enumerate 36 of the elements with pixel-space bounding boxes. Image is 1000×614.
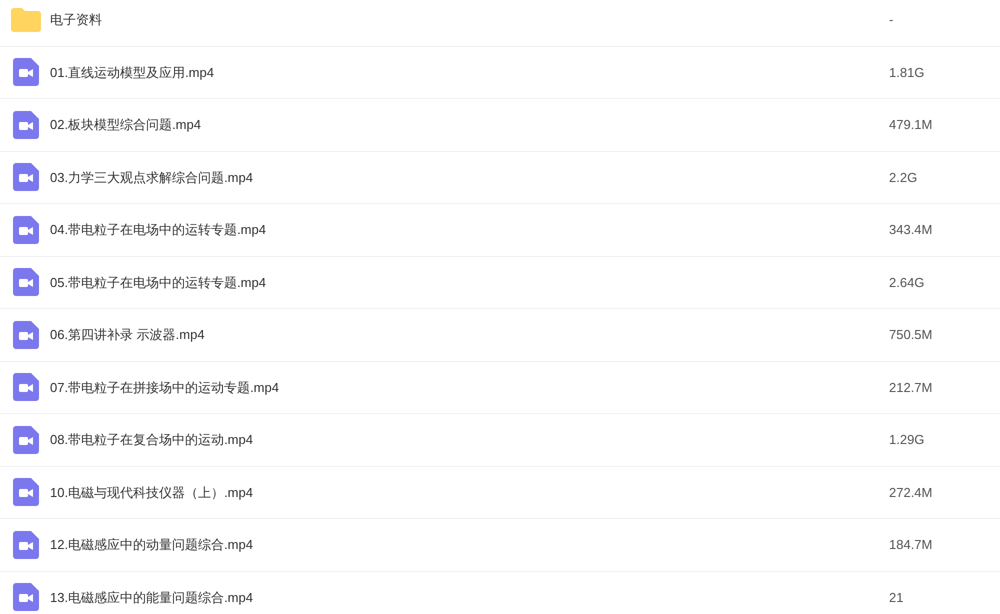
file-size: 1.29G	[889, 431, 924, 449]
video-file-icon	[13, 268, 39, 296]
file-size: -	[889, 11, 894, 29]
video-file-icon	[13, 583, 39, 612]
video-file-icon	[13, 58, 39, 86]
video-file-icon	[13, 320, 39, 349]
file-name[interactable]: 06.第四讲补录 示波器.mp4	[50, 325, 889, 344]
file-size: 1.81G	[889, 64, 924, 82]
file-name[interactable]: 12.电磁感应中的动量问题综合.mp4	[50, 535, 889, 554]
file-name[interactable]: 07.带电粒子在拼接场中的运动专题.mp4	[50, 378, 889, 397]
video-file-icon	[13, 478, 39, 506]
file-size: 21	[889, 588, 904, 606]
video-file-icon	[13, 216, 39, 244]
file-size: 184.7M	[889, 536, 932, 554]
file-size: 750.5M	[889, 326, 932, 344]
file-name[interactable]: 01.直线运动模型及应用.mp4	[50, 62, 889, 82]
video-file-icon	[13, 373, 39, 402]
file-size: 212.7M	[889, 378, 932, 396]
file-name[interactable]: 10.电磁与现代科技仪器（上）.mp4	[50, 482, 889, 502]
file-name[interactable]: 05.带电粒子在电场中的运转专题.mp4	[50, 272, 889, 292]
file-name[interactable]: 13.电磁感应中的能量问题综合.mp4	[50, 588, 889, 607]
file-size: 2.2G	[889, 168, 918, 186]
file-name[interactable]: 02.板块模型综合问题.mp4	[50, 115, 889, 134]
video-file-icon	[13, 110, 39, 139]
video-file-icon	[13, 530, 39, 559]
file-name[interactable]: 08.带电粒子在复合场中的运动.mp4	[50, 430, 889, 450]
folder-icon	[11, 8, 41, 32]
file-size: 479.1M	[889, 116, 932, 134]
video-file-icon	[13, 163, 39, 192]
file-name[interactable]: 电子资料	[50, 10, 889, 30]
file-size: 272.4M	[889, 484, 932, 502]
file-name[interactable]: 03.力学三大观点求解综合问题.mp4	[50, 168, 889, 187]
video-file-icon	[13, 426, 39, 454]
file-name[interactable]: 04.带电粒子在电场中的运转专题.mp4	[50, 220, 889, 240]
file-size: 2.64G	[889, 274, 924, 292]
file-size: 343.4M	[889, 221, 932, 239]
